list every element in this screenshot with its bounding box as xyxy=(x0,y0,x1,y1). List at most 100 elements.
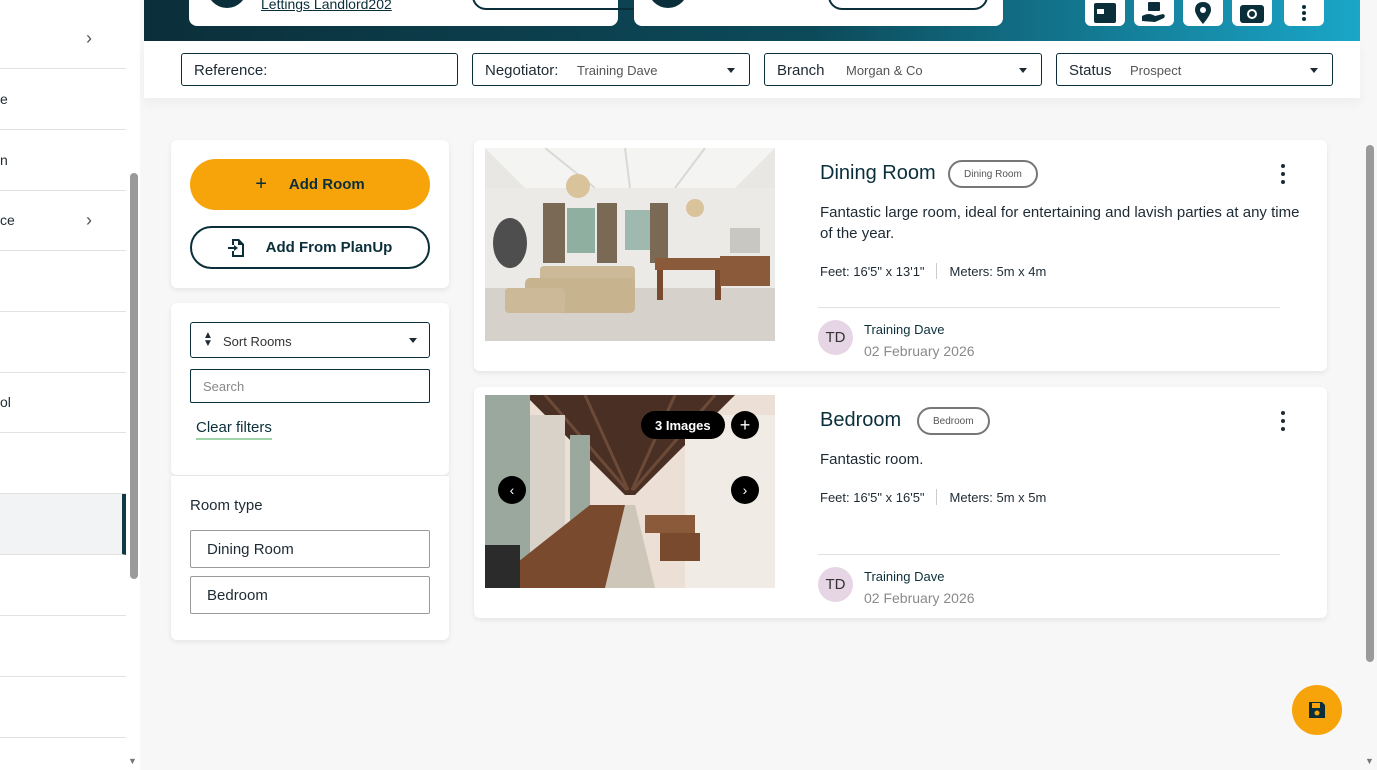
created-date: 02 February 2026 xyxy=(864,590,975,606)
author-name: Training Dave xyxy=(864,569,945,584)
hand-house-icon-button[interactable] xyxy=(1134,0,1174,26)
room-card-bedroom: 3 Images + ‹ › Bedroom Bedroom Fantastic… xyxy=(474,387,1327,618)
sidebar-item-label: n xyxy=(0,152,8,168)
caret-down-icon xyxy=(1019,68,1027,73)
avatar: TD xyxy=(818,320,853,355)
sidebar-nav: › e n ce › ol xyxy=(0,0,126,770)
room-type-tag: Bedroom xyxy=(917,407,990,435)
sidebar-item-3[interactable]: n xyxy=(0,130,126,191)
caret-down-icon xyxy=(727,68,735,73)
save-button[interactable] xyxy=(1292,685,1342,735)
previous-image-button[interactable]: ‹ xyxy=(498,476,526,504)
dining-room-photo[interactable] xyxy=(485,148,775,341)
add-image-button[interactable]: + xyxy=(731,411,759,439)
sidebar-item-8[interactable] xyxy=(0,433,126,494)
caret-down-icon xyxy=(409,338,417,343)
reference-input[interactable]: Reference: xyxy=(181,53,458,86)
sidebar-item-label: e xyxy=(0,91,8,107)
divider xyxy=(935,489,937,505)
header-band: Lettings Landlord202 xyxy=(144,0,1360,41)
divider xyxy=(935,263,937,279)
room-actions-panel: + Add Room Add From PlanUp xyxy=(171,140,449,288)
room-description: Fantastic large room, ideal for entertai… xyxy=(820,204,1300,242)
branch-select[interactable]: Branch Morgan & Co xyxy=(764,53,1042,86)
camera-icon-button[interactable] xyxy=(1232,0,1272,26)
next-image-button[interactable]: › xyxy=(731,476,759,504)
sidebar-item-rooms-active[interactable] xyxy=(0,494,126,555)
bedroom-photo[interactable]: 3 Images + ‹ › xyxy=(485,395,775,588)
branch-label: Branch xyxy=(777,62,825,79)
calendar-icon xyxy=(1094,3,1116,23)
room-card-dining-room: Dining Room Dining Room Fantastic large … xyxy=(474,140,1327,371)
room-type-title: Room type xyxy=(190,497,263,514)
branch-value: Morgan & Co xyxy=(846,63,923,78)
sidebar-item-4[interactable]: ce › xyxy=(0,190,126,251)
landlord-action-button[interactable] xyxy=(472,0,646,10)
status-value: Prospect xyxy=(1130,63,1182,78)
file-import-icon xyxy=(227,238,244,257)
sort-search-panel: ▲▼ Sort Rooms Clear filters xyxy=(171,303,449,475)
dot xyxy=(1281,427,1285,431)
negotiator-select[interactable]: Negotiator: Training Dave xyxy=(472,53,750,86)
map-pin-icon-button[interactable] xyxy=(1183,0,1223,26)
room-options-button[interactable] xyxy=(1279,411,1287,431)
filter-bar: Reference: Negotiator: Training Dave Bra… xyxy=(144,41,1360,98)
more-vertical-icon xyxy=(1302,5,1306,21)
room-dimensions: Feet: 16'5" x 13'1" Meters: 5m x 4m xyxy=(820,263,1046,279)
sidebar-item-12[interactable] xyxy=(0,677,126,738)
scroll-down-arrow-icon[interactable]: ▼ xyxy=(128,756,137,766)
add-room-button[interactable]: + Add Room xyxy=(190,159,430,210)
sidebar-item-11[interactable] xyxy=(0,616,126,677)
caret-down-icon xyxy=(1310,68,1318,73)
sidebar-item-1[interactable]: › xyxy=(0,8,126,69)
sort-icon: ▲ ▼ xyxy=(203,330,213,349)
add-from-planup-label: Add From PlanUp xyxy=(265,239,393,256)
sort-rooms-select[interactable]: ▲ ▼ Sort Rooms xyxy=(190,322,430,358)
room-type-panel: Room type Dining Room Bedroom xyxy=(171,476,449,640)
room-meters: Meters: 5m x 5m xyxy=(949,489,1047,505)
sidebar-item-5[interactable] xyxy=(0,251,126,312)
sidebar-item-10[interactable] xyxy=(0,555,126,616)
landlord-link[interactable]: Lettings Landlord202 xyxy=(261,0,392,12)
tenant-card xyxy=(634,0,1003,26)
add-from-planup-button[interactable]: Add From PlanUp xyxy=(190,226,430,269)
sidebar-item-2[interactable]: e xyxy=(0,69,126,130)
sidebar-item-label: ce xyxy=(0,212,15,228)
map-pin-icon xyxy=(1195,2,1211,24)
sidebar-scrollbar-thumb[interactable] xyxy=(130,173,138,579)
clear-filters-link[interactable]: Clear filters xyxy=(196,419,272,440)
scroll-down-arrow-icon[interactable]: ▼ xyxy=(1365,756,1374,766)
negotiator-label: Negotiator: xyxy=(485,62,559,79)
reference-label: Reference: xyxy=(194,62,268,79)
room-options-button[interactable] xyxy=(1279,164,1287,184)
avatar: TD xyxy=(818,567,853,602)
main-scrollbar-thumb[interactable] xyxy=(1366,145,1374,662)
dot xyxy=(1281,419,1285,423)
tenant-action-button[interactable] xyxy=(828,0,988,10)
sidebar-item-6[interactable] xyxy=(0,312,126,373)
negotiator-value: Training Dave xyxy=(577,63,658,78)
sidebar-item-7[interactable]: ol xyxy=(0,372,126,433)
images-count-badge[interactable]: 3 Images xyxy=(641,411,725,439)
dot xyxy=(1281,180,1285,184)
dot xyxy=(1281,164,1285,168)
status-select[interactable]: Status Prospect xyxy=(1056,53,1333,86)
search-input[interactable] xyxy=(190,369,430,403)
hand-house-icon xyxy=(1142,2,1165,22)
divider xyxy=(818,307,1280,308)
room-type-option-bedroom[interactable]: Bedroom xyxy=(190,576,430,614)
divider xyxy=(818,554,1280,555)
plus-icon: + xyxy=(255,173,267,195)
dot xyxy=(1281,172,1285,176)
chevron-right-icon: › xyxy=(86,210,92,230)
author-name: Training Dave xyxy=(864,322,945,337)
room-meters: Meters: 5m x 4m xyxy=(949,263,1047,279)
chevron-right-icon: › xyxy=(86,28,92,48)
calendar-icon-button[interactable] xyxy=(1085,0,1125,26)
floppy-disk-icon xyxy=(1309,702,1325,718)
room-description: Fantastic room. xyxy=(820,451,924,468)
add-room-label: Add Room xyxy=(288,176,365,193)
camera-icon xyxy=(1240,5,1264,23)
more-menu-button[interactable] xyxy=(1284,0,1324,26)
room-type-option-dining-room[interactable]: Dining Room xyxy=(190,530,430,568)
